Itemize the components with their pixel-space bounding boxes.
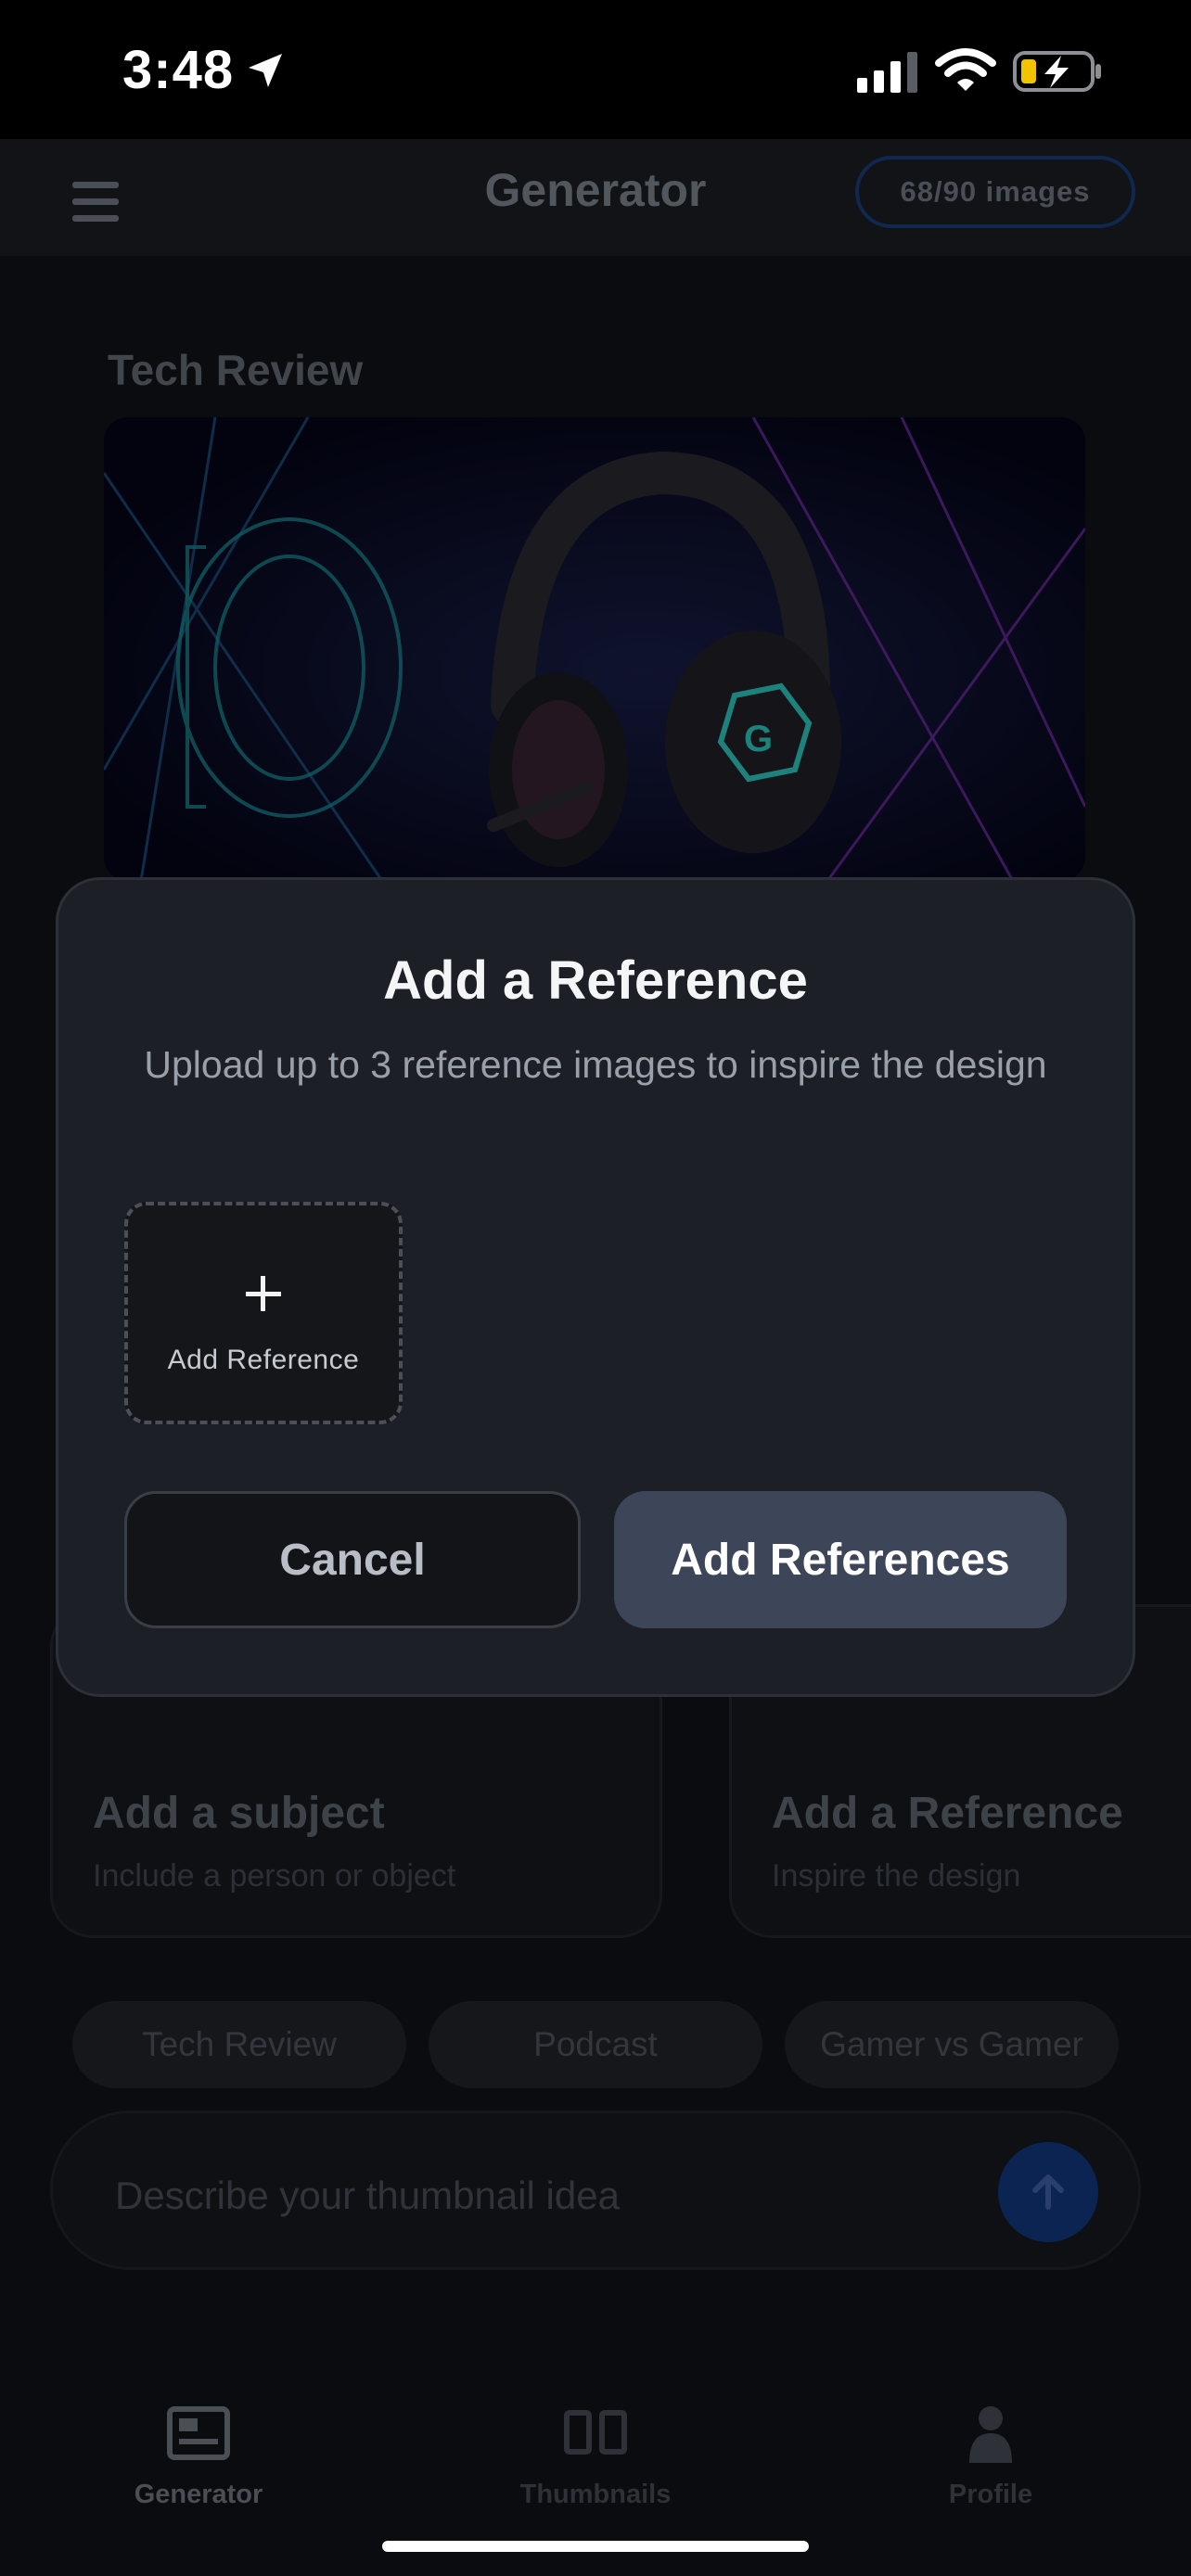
profile-icon <box>969 2406 1012 2463</box>
add-references-button[interactable]: Add References <box>614 1491 1067 1628</box>
battery-charging-icon <box>1013 51 1101 92</box>
add-subject-subtitle: Include a person or object <box>93 1858 456 1894</box>
thumbnails-grid-icon <box>564 2410 627 2455</box>
add-subject-title: Add a subject <box>93 1789 385 1838</box>
add-reference-subtitle: Inspire the design <box>772 1858 1021 1894</box>
status-time: 3:48 <box>122 40 235 100</box>
tab-thumbnails[interactable]: Thumbnails <box>475 2404 716 2510</box>
modal-title: Add a Reference <box>383 950 808 1011</box>
image-quota-badge: 68/90 images <box>855 156 1135 228</box>
plus-icon <box>124 1270 403 1317</box>
status-bar: 3:48 <box>0 0 1191 139</box>
modal-description: Upload up to 3 reference images to inspi… <box>144 1043 1047 1086</box>
preview-section-title: Tech Review <box>108 346 364 394</box>
tab-generator[interactable]: Generator <box>78 2404 319 2510</box>
wifi-icon <box>935 48 996 91</box>
add-reference-slot-label: Add Reference <box>167 1345 360 1375</box>
tab-profile[interactable]: Profile <box>870 2404 1111 2510</box>
add-reference-title: Add a Reference <box>772 1789 1123 1838</box>
send-button[interactable] <box>998 2142 1098 2242</box>
arrow-up-icon <box>1032 2174 1064 2210</box>
preset-chip-podcast[interactable]: Podcast <box>429 2001 762 2088</box>
preset-chip-gamer-vs-gamer[interactable]: Gamer vs Gamer <box>785 2001 1119 2088</box>
preset-chip-tech-review[interactable]: Tech Review <box>72 2001 406 2088</box>
cellular-signal-icon <box>857 52 917 93</box>
prompt-placeholder: Describe your thumbnail idea <box>115 2174 620 2217</box>
home-indicator <box>382 2541 809 2552</box>
image-frame-icon <box>167 2406 230 2460</box>
location-arrow-icon <box>249 54 282 87</box>
thumbnail-preview-image[interactable]: G <box>104 417 1085 881</box>
cancel-button[interactable]: Cancel <box>124 1491 581 1628</box>
